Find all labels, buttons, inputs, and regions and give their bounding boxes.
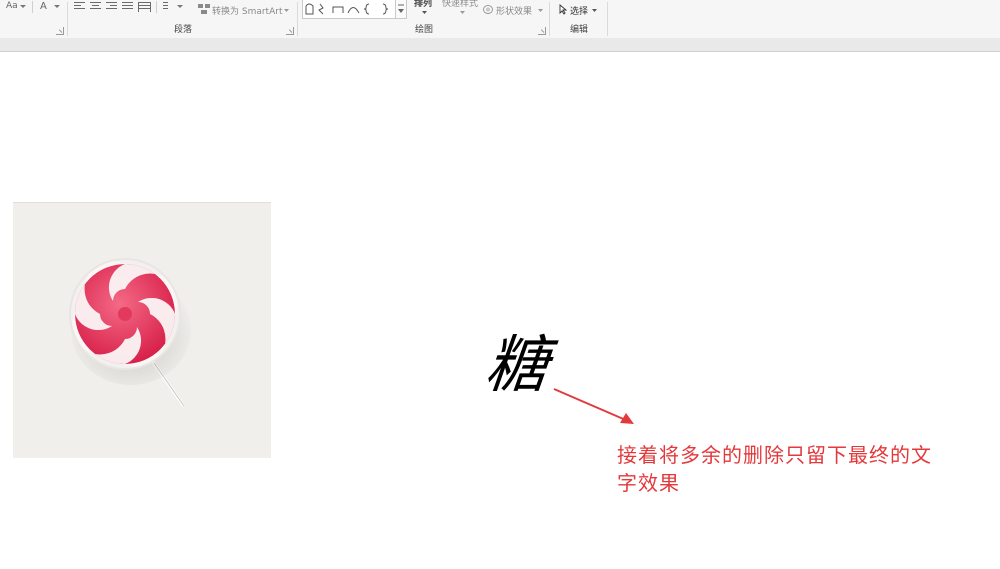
ruler-strip [0,38,1000,52]
distributed-icon[interactable] [138,2,151,12]
dropdown-arrow-icon[interactable] [177,5,183,9]
dropdown-arrow-icon[interactable] [538,9,543,12]
editing-group: 选择 编辑 [550,0,608,38]
dropdown-arrow-icon[interactable] [460,11,465,14]
columns-icon[interactable] [163,2,174,12]
cursor-arrow-icon [559,4,567,15]
chevron-down-icon [398,4,404,13]
lollipop-illustration [69,258,191,407]
paragraph-dialog-launcher-icon[interactable] [286,27,294,35]
divider [32,1,33,13]
editing-group-label: 编辑 [569,25,588,35]
divider [156,1,157,13]
drawing-dialog-launcher-icon[interactable] [538,27,546,35]
ribbon: Aa A 转换为 SmartArt 段落 绘图 排列 快速样式 形状效果 选择 … [0,0,1000,39]
smartart-icon[interactable] [198,4,210,14]
quick-styles-button[interactable]: 快速样式 [442,0,478,9]
dropdown-arrow-icon[interactable] [54,5,60,9]
align-left-icon[interactable] [74,2,85,12]
paragraph-group: 转换为 SmartArt 段落 [68,0,298,38]
justify-icon[interactable] [122,2,133,12]
dropdown-arrow-icon[interactable] [592,9,597,12]
shape-effects-icon[interactable] [483,5,493,14]
paragraph-group-label: 段落 [173,25,192,35]
shapes-gallery-more-button[interactable] [395,0,407,19]
character-text[interactable]: 糖 [482,328,552,401]
align-center-icon[interactable] [90,2,101,12]
convert-smartart-button[interactable]: 转换为 SmartArt [212,4,282,17]
dropdown-arrow-icon[interactable] [422,11,427,14]
dropdown-arrow-icon[interactable] [284,9,289,12]
font-color-button[interactable]: A [40,1,47,12]
shapes-gallery[interactable] [302,0,396,19]
change-case-button[interactable]: Aa [6,1,18,11]
arrange-button[interactable]: 排列 [414,0,432,9]
select-button[interactable]: 选择 [570,4,588,17]
align-right-icon[interactable] [106,2,117,12]
shape-effects-button[interactable]: 形状效果 [496,4,532,17]
font-dialog-launcher-icon[interactable] [56,27,64,35]
annotation-arrow-icon [553,388,634,424]
annotation-text: 接着将多余的删除只留下最终的文字效果 [617,443,932,495]
shapes-gallery-icons [305,3,389,15]
lollipop-image[interactable] [13,202,271,458]
dropdown-arrow-icon[interactable] [20,5,26,9]
font-group: Aa A [0,0,68,38]
drawing-group-label: 绘图 [414,25,433,35]
